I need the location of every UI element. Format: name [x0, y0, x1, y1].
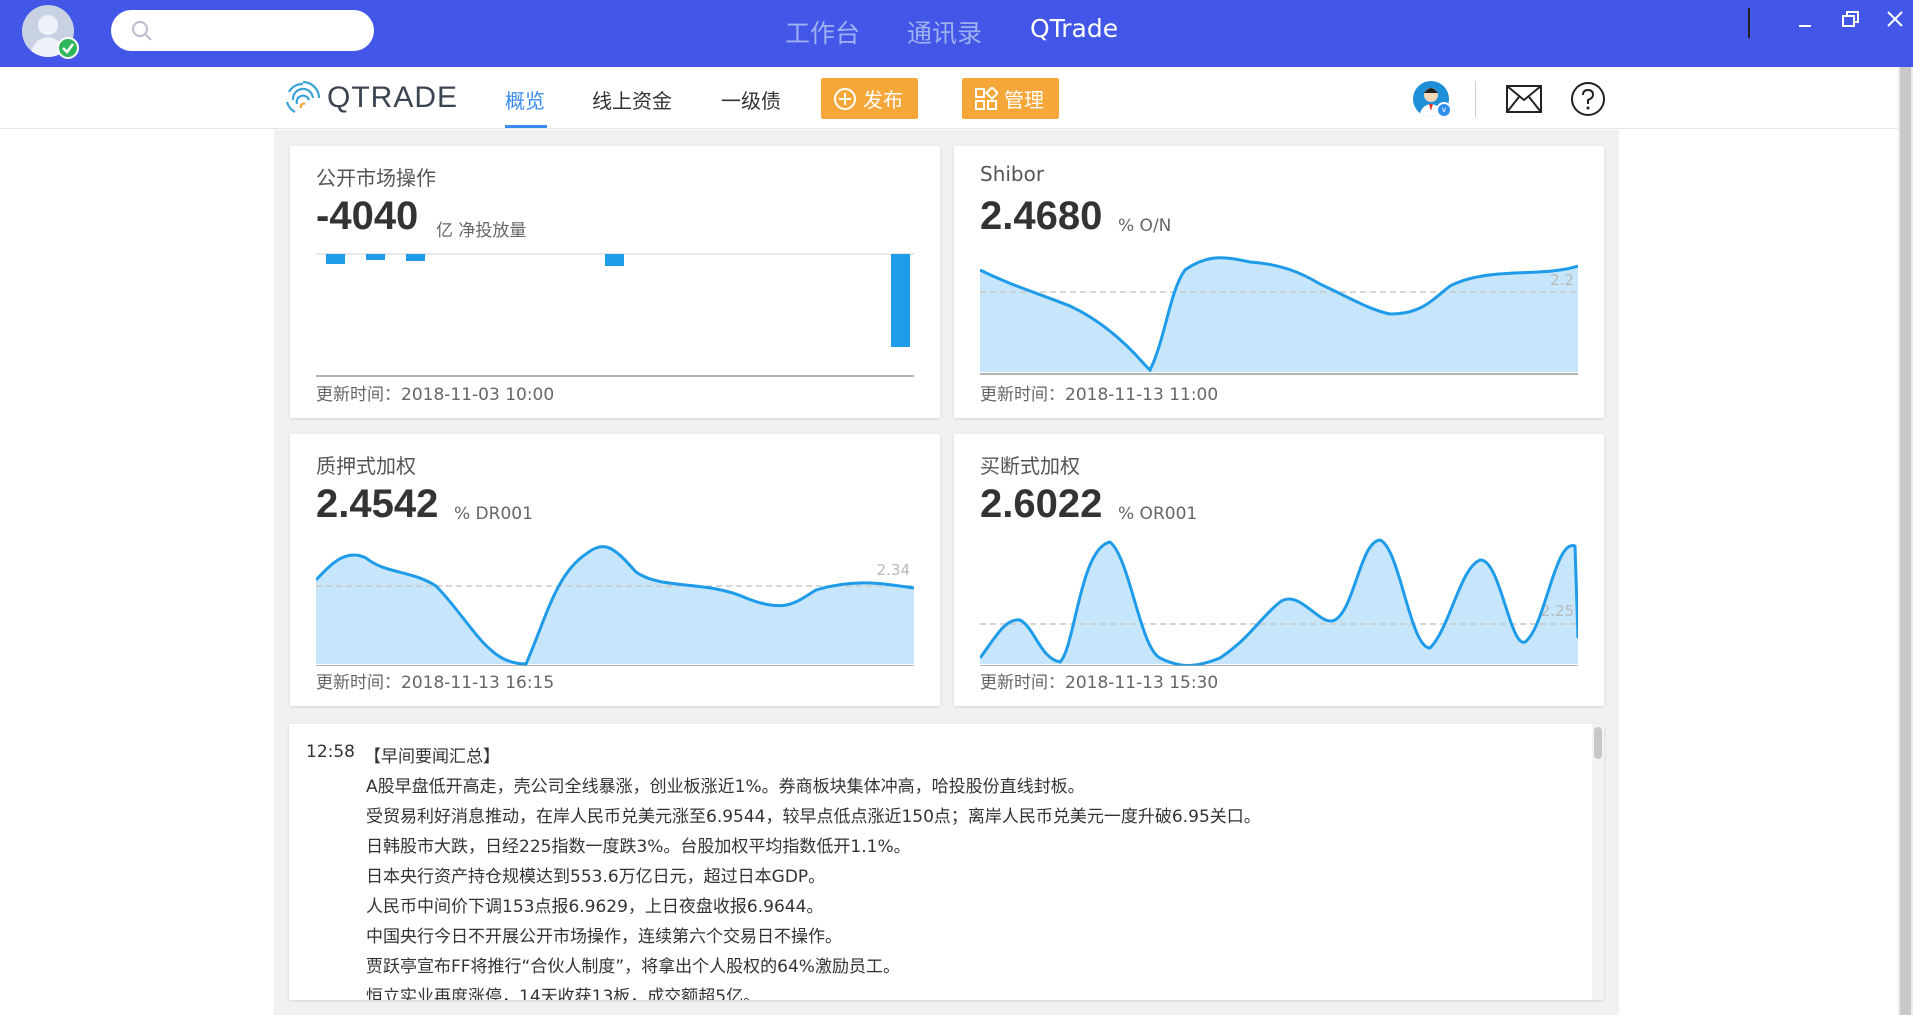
news-item[interactable]: 受贸易利好消息推动，在岸人民币兑美元涨至6.9544，较早点低点涨近150点；离… [366, 802, 1261, 832]
news-list: A股早盘低开高走，壳公司全线暴涨，创业板涨近1%。券商板块集体冲高，哈投股份直线… [366, 772, 1261, 1000]
update-time: 更新时间：2018-11-13 16:15 [316, 673, 555, 693]
publish-label: 发布 [863, 88, 903, 112]
tab-workbench[interactable]: 工作台 [785, 14, 860, 50]
card-unit: 亿 净投放量 [436, 221, 527, 241]
tab-qtrade[interactable]: QTrade [1030, 14, 1118, 43]
reference-label: 2.2 [1550, 271, 1574, 289]
verified-badge-icon: v [1436, 102, 1452, 118]
card-value: 2.4680 [980, 194, 1103, 238]
news-item[interactable]: A股早盘低开高走，壳公司全线暴涨，创业板涨近1%。券商板块集体冲高，哈投股份直线… [366, 772, 1261, 802]
nav-item-online-funds[interactable]: 线上资金 [592, 85, 672, 114]
plus-circle-icon [834, 87, 856, 110]
card-unit: % OR001 [1118, 504, 1198, 524]
bar [406, 254, 425, 261]
window-divider [1748, 8, 1750, 38]
news-item[interactable]: 贾跃亭宣布FF将推行“合伙人制度”，将拿出个人股权的64%激励员工。 [366, 952, 1261, 982]
card-unit: % O/N [1118, 216, 1172, 236]
manage-button[interactable]: 管理 [962, 78, 1059, 119]
bar [366, 254, 385, 260]
fingerprint-logo-icon [285, 80, 321, 113]
bar [605, 254, 624, 266]
card-title: 买断式加权 [980, 454, 1080, 478]
news-scrollbar[interactable] [1592, 724, 1604, 1000]
card-pledged-weighted[interactable]: 质押式加权 2.4542 % DR001 2.34 更新时间：2018-11-1… [290, 434, 940, 706]
title-bar: 工作台 通讯录 QTrade [0, 0, 1913, 67]
news-item[interactable]: 日韩股市大跌，日经225指数一度跌3%。台股加权平均指数低开1.1%。 [366, 832, 1261, 862]
grid-icon [975, 86, 998, 110]
news-time: 12:58 [306, 742, 355, 762]
reference-label: 2.25 [1541, 602, 1574, 620]
online-status-icon [57, 37, 79, 59]
active-tab-indicator [505, 125, 547, 128]
update-time: 更新时间：2018-11-13 11:00 [980, 385, 1219, 405]
open-market-bar-chart [316, 253, 914, 377]
card-shibor[interactable]: Shibor 2.4680 % O/N 2.2 更新时间：2018-11-13 … [954, 146, 1604, 418]
page-scrollbar[interactable] [1898, 67, 1913, 1015]
news-scrollbar-thumb[interactable] [1594, 727, 1602, 759]
close-icon[interactable] [1880, 6, 1910, 34]
card-value: -4040 [316, 194, 419, 238]
card-title: Shibor [980, 162, 1045, 186]
nav-divider [1475, 81, 1476, 117]
manage-label: 管理 [1004, 88, 1044, 112]
news-item[interactable]: 日本央行资产持仓规模达到553.6万亿日元，超过日本GDP。 [366, 862, 1261, 892]
bar [891, 254, 910, 347]
nav-bar: QTRADE 概览 线上资金 一级债 发布 管理 v [0, 67, 1913, 129]
card-title: 公开市场操作 [316, 166, 436, 190]
dr001-area-chart: 2.34 [316, 545, 914, 666]
news-item[interactable]: 恒立实业再度涨停，14天收获13板，成交额超5亿。 [366, 982, 1261, 1000]
nav-item-primary-bonds[interactable]: 一级债 [721, 85, 781, 114]
news-title: 【早间要闻汇总】 [364, 747, 500, 767]
card-open-market[interactable]: 公开市场操作 -4040 亿 净投放量 更新时间：2018-11-03 10:0… [290, 146, 940, 418]
bar [326, 254, 345, 264]
update-time: 更新时间：2018-11-13 15:30 [980, 673, 1219, 693]
card-title: 质押式加权 [316, 454, 416, 478]
search-input[interactable] [161, 18, 361, 43]
page-scrollbar-thumb[interactable] [1900, 67, 1911, 1015]
search-box[interactable] [111, 10, 374, 51]
card-value: 2.4542 [316, 482, 439, 526]
logo-text: QTRADE [327, 81, 459, 114]
tab-contacts[interactable]: 通讯录 [907, 14, 982, 50]
restore-icon[interactable] [1836, 6, 1866, 34]
minimize-icon[interactable] [1790, 6, 1820, 34]
reference-label: 2.34 [877, 561, 910, 579]
news-item[interactable]: 人民币中间价下调153点报6.9629，上日夜盘收报6.9644。 [366, 892, 1261, 922]
card-outright-weighted[interactable]: 买断式加权 2.6022 % OR001 2.25 更新时间：2018-11-1… [954, 434, 1604, 706]
news-panel[interactable]: 12:58 【早间要闻汇总】 A股早盘低开高走，壳公司全线暴涨，创业板涨近1%。… [289, 724, 1604, 1000]
mail-icon[interactable] [1506, 85, 1542, 113]
nav-item-overview[interactable]: 概览 [505, 85, 545, 114]
help-icon[interactable] [1570, 81, 1606, 117]
news-item[interactable]: 中国央行今日不开展公开市场操作，连续第六个交易日不操作。 [366, 922, 1261, 952]
card-value: 2.6022 [980, 482, 1103, 526]
or001-area-chart: 2.25 [980, 538, 1578, 666]
shibor-area-chart: 2.2 [980, 256, 1578, 375]
publish-button[interactable]: 发布 [821, 78, 918, 119]
search-icon [132, 21, 152, 41]
card-unit: % DR001 [454, 504, 533, 524]
update-time: 更新时间：2018-11-03 10:00 [316, 385, 555, 405]
qtrade-logo: QTRADE [283, 78, 458, 118]
